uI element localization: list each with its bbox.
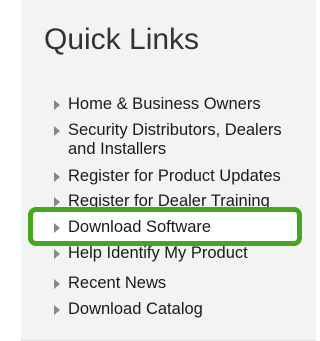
quick-link-label[interactable]: Download Catalog (68, 300, 203, 319)
triangle-right-icon (54, 126, 60, 136)
quick-link-label[interactable]: Download Software (68, 218, 211, 237)
triangle-right-icon (54, 100, 60, 110)
triangle-right-icon (54, 249, 60, 259)
quick-link-label[interactable]: Help Identify My Product (68, 244, 248, 263)
quick-link-label[interactable]: Register for Product Updates (68, 167, 281, 186)
quick-links-title: Quick Links (44, 23, 200, 56)
quick-link-label[interactable]: Security Distributors, Dealers and Insta… (68, 121, 300, 159)
triangle-right-icon (54, 223, 60, 233)
quick-link-label[interactable]: Home & Business Owners (68, 95, 261, 114)
quick-links-panel: Quick Links Home & Business Owners Secur… (21, 0, 316, 341)
triangle-right-icon (54, 172, 60, 182)
triangle-right-icon (54, 197, 60, 207)
quick-link-label[interactable]: Recent News (68, 274, 166, 293)
triangle-right-icon (54, 305, 60, 315)
triangle-right-icon (54, 279, 60, 289)
